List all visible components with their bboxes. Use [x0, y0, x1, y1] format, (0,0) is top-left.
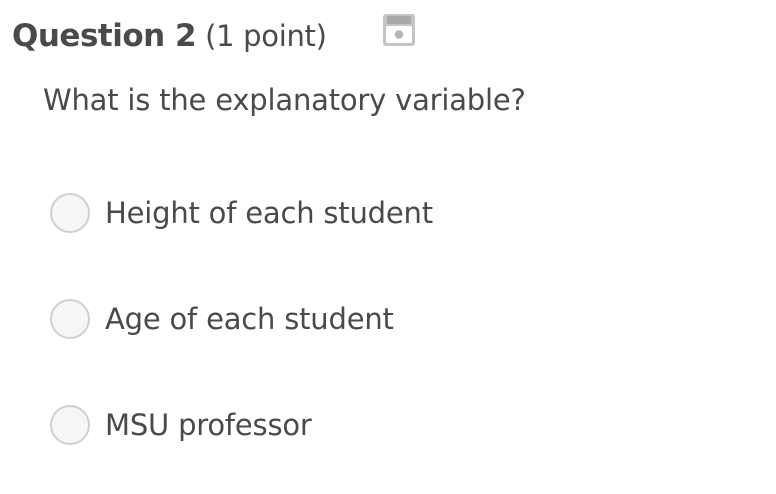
question-points: (1 point)	[205, 19, 327, 53]
option-label[interactable]: Age of each student	[105, 302, 394, 336]
save-disk-icon-graphic	[383, 14, 415, 46]
save-disk-icon[interactable]	[381, 12, 417, 48]
question-header: Question 2 (1 point)	[12, 14, 327, 58]
option-label[interactable]: Height of each student	[105, 196, 433, 230]
radio-button[interactable]	[50, 405, 90, 445]
radio-button[interactable]	[50, 193, 90, 233]
question-text: What is the explanatory variable?	[43, 83, 526, 117]
option-label[interactable]: MSU professor	[105, 408, 312, 442]
option-age-of-each-student[interactable]: Age of each student	[50, 299, 394, 339]
quiz-page: Question 2 (1 point) What is the explana…	[0, 0, 776, 494]
option-msu-professor[interactable]: MSU professor	[50, 405, 312, 445]
question-title: Question 2	[12, 18, 197, 54]
radio-button[interactable]	[50, 299, 90, 339]
option-height-of-each-student[interactable]: Height of each student	[50, 193, 433, 233]
